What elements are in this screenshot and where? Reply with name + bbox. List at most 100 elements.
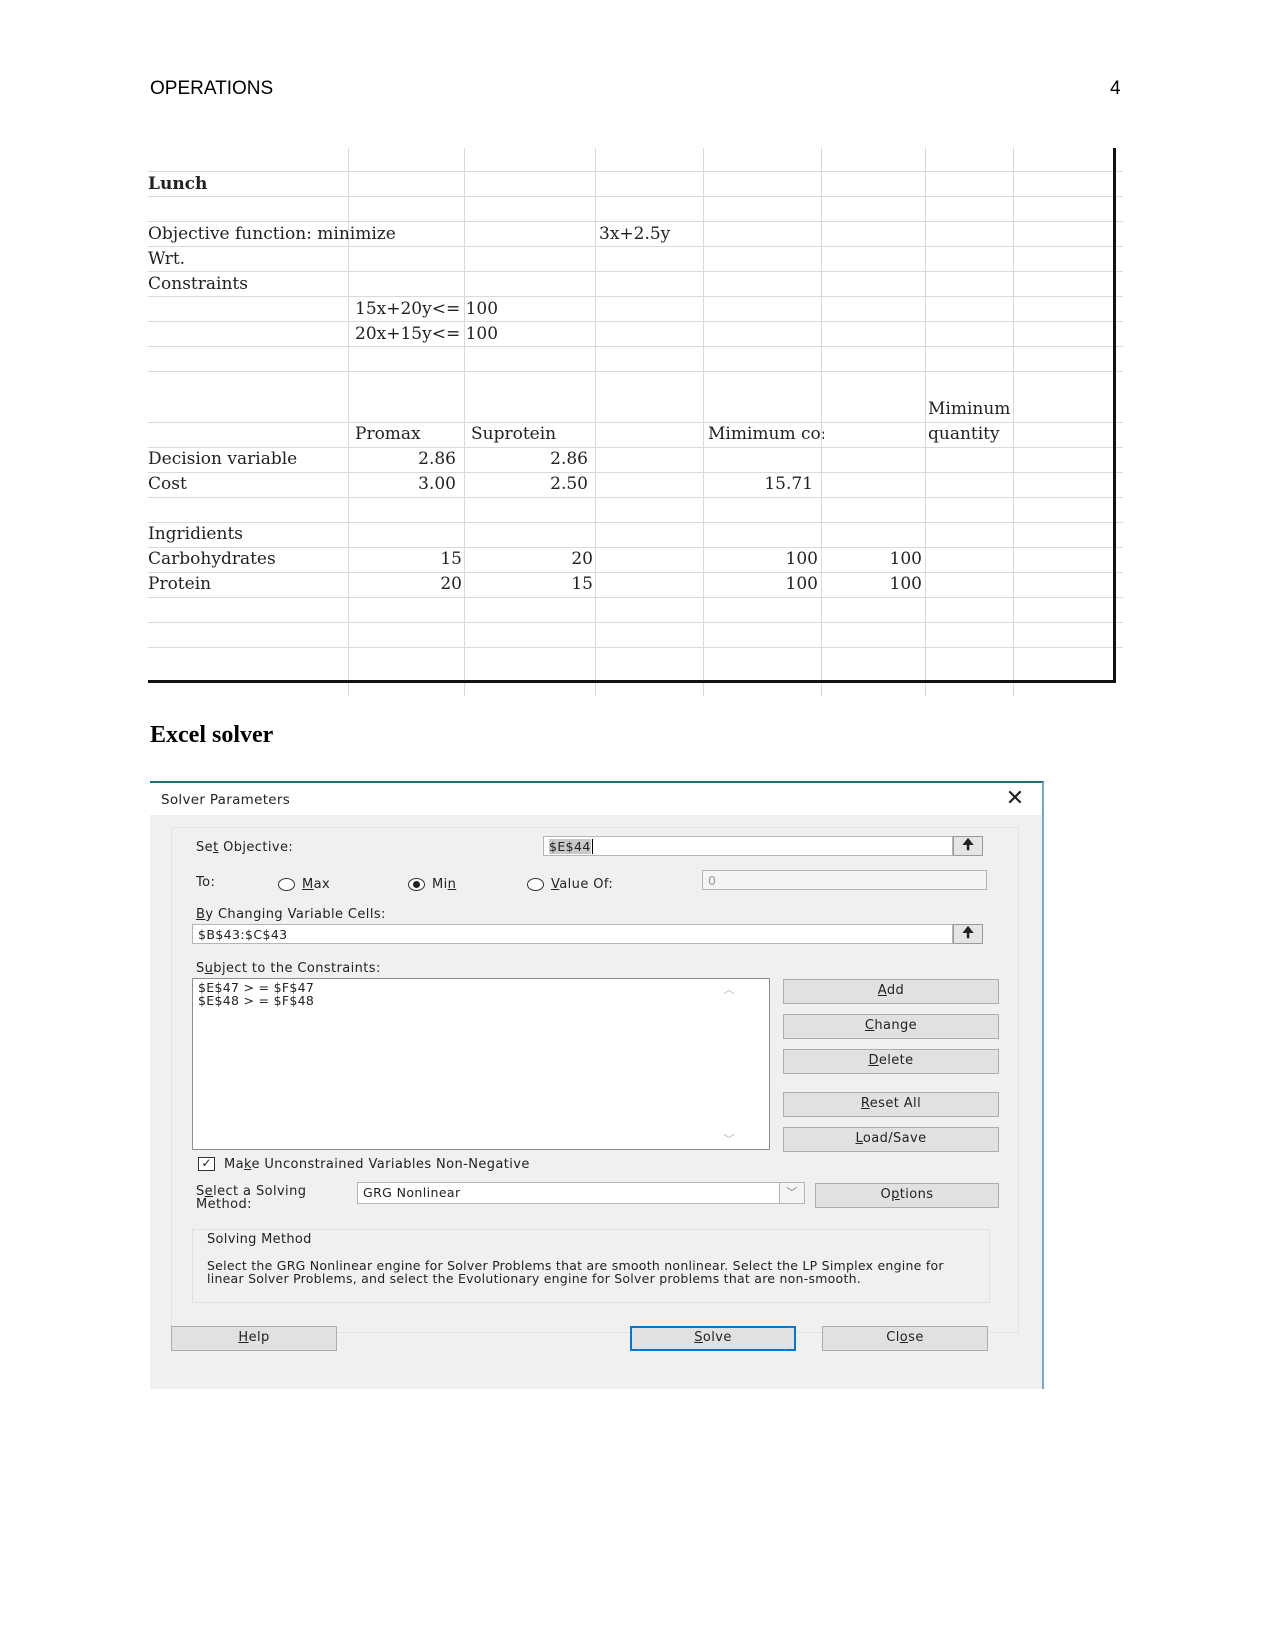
label-part: n [447, 877, 457, 892]
label-part: p [891, 1187, 900, 1202]
set-objective-input[interactable]: $E$44 [543, 836, 953, 856]
solve-button[interactable]: Solve [630, 1326, 796, 1351]
section-title: Excel solver [150, 722, 274, 748]
label-part: S [196, 961, 205, 976]
min-cost-value: 15.71 [764, 474, 813, 494]
add-button[interactable]: Add [783, 979, 999, 1004]
col-header-promax: Promax [355, 424, 421, 444]
constraints-label: Constraints [148, 274, 248, 294]
label-part: S [694, 1330, 703, 1345]
gridline [148, 171, 1123, 172]
value-of-radio[interactable] [527, 878, 544, 891]
cell-value: 20 [440, 574, 462, 594]
non-negative-label[interactable]: Make Unconstrained Variables Non-Negativ… [224, 1157, 530, 1172]
label-part: elete [878, 1053, 914, 1068]
gridline [148, 346, 1123, 347]
label-part: L [855, 1131, 863, 1146]
gridline [148, 296, 1123, 297]
cell-value: 100 [889, 549, 922, 569]
label-part: se [908, 1330, 924, 1345]
collapse-dialog-icon[interactable]: 🠉 [953, 836, 983, 856]
row-label-ingredients: Ingridients [148, 524, 243, 544]
gridline [148, 622, 1123, 623]
chevron-down-icon[interactable]: ﹀ [779, 1183, 804, 1203]
gridline [148, 271, 1123, 272]
label-part: hange [874, 1018, 918, 1033]
wrt-label: Wrt. [148, 249, 186, 269]
change-button[interactable]: Change [783, 1014, 999, 1039]
collapse-dialog-icon[interactable]: 🠉 [953, 924, 983, 944]
min-label[interactable]: Min [432, 877, 456, 892]
label-part: dd [886, 983, 905, 998]
col-header-min-quantity-2: quantity [928, 424, 1000, 444]
label-part: O [880, 1187, 892, 1202]
cell-value: 100 [785, 549, 818, 569]
col-header-min-quantity-1: Miminum [928, 399, 1011, 419]
max-radio[interactable] [278, 878, 295, 891]
help-button[interactable]: Help [171, 1326, 337, 1351]
label-part: u [204, 961, 214, 976]
changing-cells-input[interactable]: $B$43:$C$43 [192, 924, 953, 944]
row-label-cost: Cost [148, 474, 187, 494]
min-radio[interactable] [408, 878, 425, 891]
label-part: Se [196, 840, 214, 855]
label-part: eset All [869, 1096, 922, 1111]
options-button[interactable]: Options [815, 1183, 999, 1208]
scroll-down-icon[interactable]: ﹀ [721, 1131, 737, 1146]
non-negative-checkbox[interactable]: ✓ [198, 1157, 215, 1171]
cell-value: 15 [440, 549, 462, 569]
gridline [148, 246, 1123, 247]
row-label-carbohydrates: Carbohydrates [148, 549, 276, 569]
solving-method-group: Solving Method Select the GRG Nonlinear … [192, 1229, 990, 1303]
objective-value: $E$44 [549, 839, 591, 854]
gridline [148, 597, 1123, 598]
label-part: Mi [432, 877, 448, 892]
max-label[interactable]: Max [302, 877, 330, 892]
cell-value: 2.86 [418, 449, 456, 469]
load-save-button[interactable]: Load/Save [783, 1127, 999, 1152]
gridline [148, 196, 1123, 197]
objective-label: Objective function: minimize [148, 224, 396, 244]
label-part: D [868, 1053, 879, 1068]
col-header-min-cost: Mimimum co: [708, 424, 824, 444]
label-part: H [238, 1330, 249, 1345]
cell-value: 100 [889, 574, 922, 594]
constraints-label: Subject to the Constraints: [196, 961, 381, 976]
cell-value: 2.86 [550, 449, 588, 469]
row-label-protein: Protein [148, 574, 212, 594]
reset-all-button[interactable]: Reset All [783, 1092, 999, 1117]
gridline [148, 572, 1123, 573]
solving-method-label: Select a Solving Method: [196, 1185, 306, 1211]
constraint-2: 20x+15y<= 100 [355, 324, 499, 344]
label-part: ax [313, 877, 331, 892]
gridline [148, 321, 1123, 322]
col-header-suprotein: Suprotein [471, 424, 557, 444]
gridline [148, 497, 1123, 498]
delete-button[interactable]: Delete [783, 1049, 999, 1074]
value-of-input[interactable]: 0 [702, 870, 987, 890]
selected-method: GRG Nonlinear [363, 1185, 461, 1200]
constraint-item[interactable]: $E$48 > = $F$48 [193, 994, 769, 1007]
dialog-titlebar: Solver Parameters ✕ [150, 783, 1042, 815]
label-part: y Changing Variable Cells: [205, 907, 386, 922]
sheet-border [148, 680, 1116, 683]
sheet-border [1113, 148, 1116, 683]
constraint-1: 15x+20y<= 100 [355, 299, 499, 319]
label-part: bject to the Constraints: [213, 961, 381, 976]
sheet-title: Lunch [148, 174, 208, 194]
close-icon[interactable]: ✕ [1002, 787, 1028, 811]
solving-method-select[interactable]: GRG Nonlinear ﹀ [357, 1182, 805, 1204]
label-part: olve [702, 1330, 732, 1345]
constraints-list[interactable]: $E$47 > = $F$47 $E$48 > = $F$48 ︿ ﹀ [192, 978, 770, 1150]
label-part: M [302, 877, 314, 892]
label-part: alue Of: [559, 877, 614, 892]
group-description: Select the GRG Nonlinear engine for Solv… [207, 1258, 944, 1286]
label-part: Method: [196, 1197, 252, 1212]
text-cursor [591, 839, 593, 854]
value-of-label[interactable]: Value Of: [551, 877, 613, 892]
close-button[interactable]: Close [822, 1326, 988, 1351]
label-part: C [864, 1018, 875, 1033]
scroll-up-icon[interactable]: ︿ [721, 981, 737, 996]
label-part: R [860, 1096, 870, 1111]
to-label: To: [196, 875, 216, 890]
